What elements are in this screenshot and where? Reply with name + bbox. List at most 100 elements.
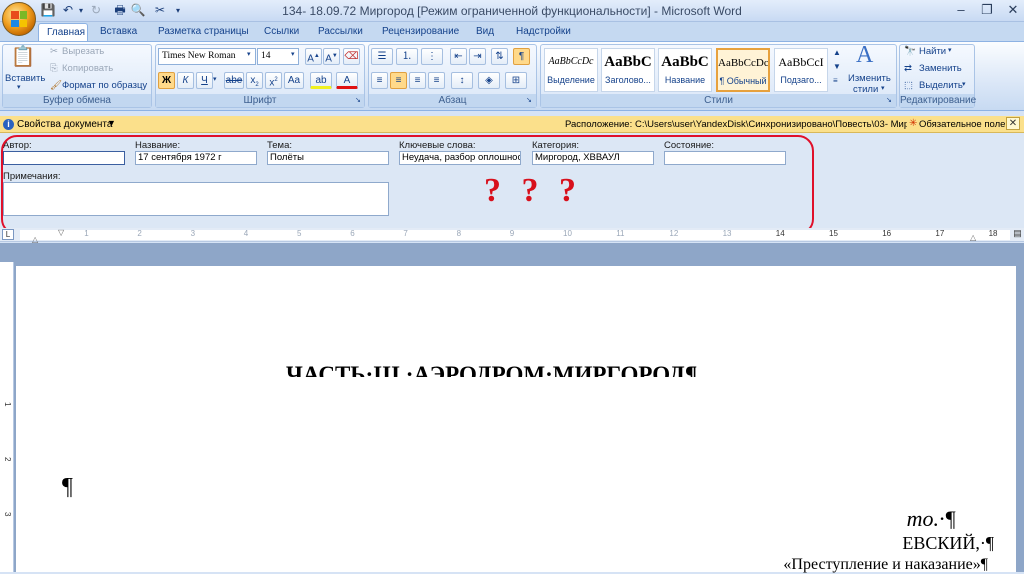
italic-icon[interactable]: К <box>177 72 194 89</box>
copy-button[interactable]: Копировать <box>62 63 113 74</box>
required-field-legend: Обязательное поле <box>919 119 1006 130</box>
tab-page-layout[interactable]: Разметка страницы <box>150 23 257 42</box>
find-dropdown-icon[interactable]: ▾ <box>948 46 952 54</box>
borders-icon[interactable]: ⊞ <box>505 72 527 89</box>
epigraph-source[interactable]: «Преступление и наказание»¶ <box>783 556 988 574</box>
multilevel-list-icon[interactable]: ⋮ <box>421 48 443 65</box>
change-case-icon[interactable]: Aa <box>284 72 304 89</box>
replace-button[interactable]: Заменить <box>919 63 962 74</box>
copy-icon[interactable]: ⎘ <box>50 63 58 74</box>
style-title[interactable]: AaBbC Название <box>658 48 712 92</box>
required-asterisk-icon: ✳ <box>909 118 918 129</box>
bold-icon[interactable]: Ж <box>158 72 175 89</box>
close-icon[interactable]: ✕ <box>1000 1 1024 19</box>
align-center-icon[interactable]: ≡ <box>390 72 407 89</box>
tab-home[interactable]: Главная <box>38 23 88 42</box>
styles-scroll-down-icon[interactable]: ▼ <box>833 62 841 71</box>
vertical-ruler[interactable]: 1 2 3 <box>0 262 14 572</box>
bullets-icon[interactable]: ☰ <box>371 48 393 65</box>
office-button[interactable] <box>2 2 36 36</box>
empty-paragraph-mark[interactable]: ¶ <box>62 474 73 501</box>
justify-icon[interactable]: ≡ <box>428 72 445 89</box>
restore-icon[interactable]: ❐ <box>974 1 1000 19</box>
increase-indent-icon[interactable]: ⇥ <box>469 48 486 65</box>
format-painter-icon[interactable]: 🖌 <box>50 80 62 91</box>
change-styles-button[interactable]: Изменить <box>848 73 891 84</box>
numbering-icon[interactable]: ⒈ <box>396 48 418 65</box>
grow-font-icon[interactable]: A▲ <box>305 48 322 65</box>
first-line-indent-marker-icon[interactable]: ▽ <box>58 228 64 237</box>
font-dialog-launcher-icon[interactable]: ↘ <box>355 96 361 104</box>
highlight-icon[interactable]: ab <box>310 72 332 89</box>
tab-selector-icon[interactable]: L <box>2 229 14 240</box>
cut-icon[interactable]: ✂ <box>50 46 58 57</box>
ruler-number: 18 <box>988 229 998 238</box>
decrease-indent-icon[interactable]: ⇤ <box>450 48 467 65</box>
font-group-label: Шрифт <box>156 94 364 107</box>
style-sample: AaBbC <box>661 54 709 70</box>
ruler-number: 10 <box>563 229 572 238</box>
tab-references[interactable]: Ссылки <box>256 23 307 42</box>
tab-mailings[interactable]: Рассылки <box>310 23 371 42</box>
underline-dropdown-icon[interactable]: ▾ <box>213 75 217 83</box>
font-name-combo[interactable]: Times New Roman <box>158 48 256 65</box>
right-indent-marker-icon[interactable]: △ <box>970 233 976 242</box>
styles-group-label: Стили <box>541 94 896 107</box>
view-ruler-icon[interactable]: ▤ <box>1012 228 1023 241</box>
paste-icon[interactable]: 📋 <box>8 44 38 70</box>
replace-icon[interactable]: ⇄ <box>904 63 912 74</box>
shading-icon[interactable]: ◈ <box>478 72 500 89</box>
paragraph-dialog-launcher-icon[interactable]: ↘ <box>526 96 532 104</box>
style-heading[interactable]: AaBbC Заголово... <box>601 48 655 92</box>
font-name-dropdown-icon[interactable]: ▾ <box>247 50 251 58</box>
line-spacing-icon[interactable]: ↕ <box>451 72 473 89</box>
select-icon[interactable]: ⬚ <box>904 80 913 91</box>
align-left-icon[interactable]: ≡ <box>371 72 388 89</box>
align-right-icon[interactable]: ≡ <box>409 72 426 89</box>
change-styles-dropdown-icon[interactable]: ▾ <box>881 84 885 92</box>
style-name: ¶ Обычный <box>719 76 767 86</box>
epigraph-author[interactable]: ЕВСКИЙ,·¶ <box>902 533 994 554</box>
vertical-ruler-number: 1 <box>3 402 12 407</box>
vertical-ruler-number: 2 <box>3 457 12 462</box>
find-button[interactable]: Найти <box>919 46 946 57</box>
epigraph-line-1[interactable]: то.·¶ <box>907 506 956 532</box>
close-properties-icon[interactable]: ✕ <box>1006 117 1020 130</box>
change-styles-button-line2[interactable]: стили <box>853 84 878 95</box>
style-emphasis[interactable]: AaBbCcDc Выделение <box>544 48 598 92</box>
find-icon[interactable]: 🔭 <box>904 46 916 57</box>
styles-more-icon[interactable]: ≡ <box>833 76 838 85</box>
font-color-icon[interactable]: A <box>336 72 358 89</box>
style-subtitle[interactable]: AaBbCcI Подзаго... <box>774 48 828 92</box>
strikethrough-icon[interactable]: abe <box>224 72 244 89</box>
show-formatting-marks-icon[interactable]: ¶ <box>513 48 530 65</box>
superscript-icon[interactable]: x2 <box>265 72 282 89</box>
format-painter-button[interactable]: Формат по образцу <box>62 80 147 91</box>
minimize-icon[interactable]: – <box>948 1 974 19</box>
document-page[interactable] <box>16 266 1016 572</box>
tab-review[interactable]: Рецензирование <box>374 23 467 42</box>
paste-dropdown-icon[interactable]: ▾ <box>17 83 21 91</box>
font-size-dropdown-icon[interactable]: ▾ <box>291 50 295 58</box>
document-properties-menu[interactable]: Свойства документа <box>17 119 112 130</box>
clear-formatting-icon[interactable]: ⌫ <box>343 48 360 65</box>
tab-addins[interactable]: Надстройки <box>508 23 579 42</box>
styles-dialog-launcher-icon[interactable]: ↘ <box>886 96 892 104</box>
style-name: Название <box>664 75 706 85</box>
sort-icon[interactable]: ⇅ <box>491 48 508 65</box>
select-button[interactable]: Выделить <box>919 80 963 91</box>
chapter-heading[interactable]: ЧАСТЬ·III.·АЭРОДРОМ·МИРГОРОД¶ <box>286 358 697 377</box>
underline-icon[interactable]: Ч <box>196 72 213 89</box>
style-normal[interactable]: AaBbCcDc ¶ Обычный <box>716 48 770 92</box>
styles-scroll-up-icon[interactable]: ▲ <box>833 48 841 57</box>
subscript-icon[interactable]: x2 <box>246 72 263 89</box>
tab-view[interactable]: Вид <box>468 23 502 42</box>
shrink-font-icon[interactable]: A▼ <box>323 48 340 65</box>
paste-button[interactable]: Вставить <box>5 73 45 84</box>
ruler-number: 1 <box>84 229 89 238</box>
document-properties-dropdown-icon[interactable]: ▼ <box>107 118 116 128</box>
cut-button[interactable]: Вырезать <box>62 46 104 57</box>
select-dropdown-icon[interactable]: ▾ <box>962 80 966 88</box>
change-styles-icon[interactable]: A <box>856 42 873 69</box>
tab-insert[interactable]: Вставка <box>92 23 145 42</box>
